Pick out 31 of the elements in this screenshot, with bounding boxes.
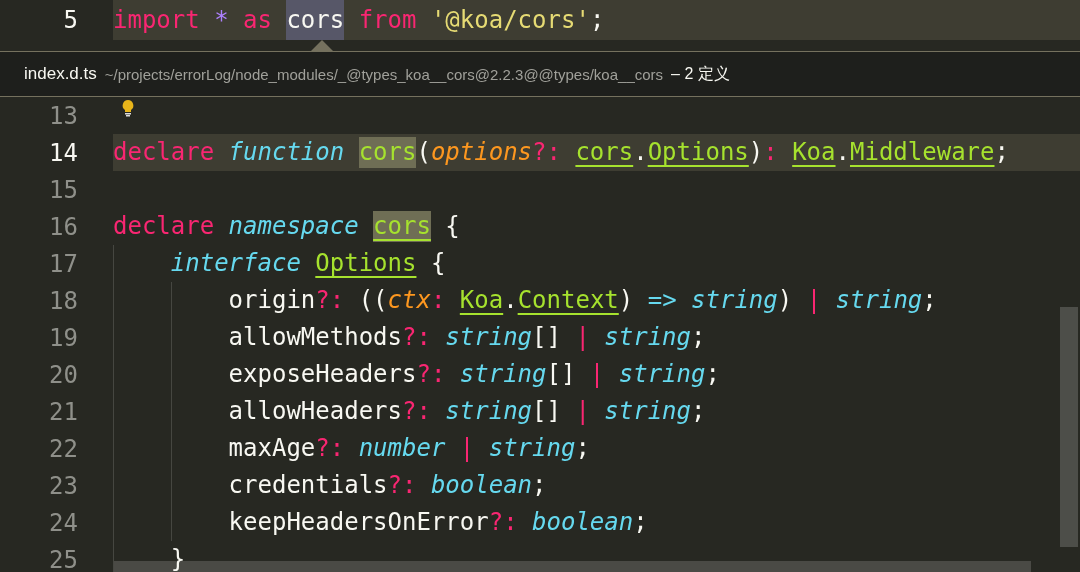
code-line: keepHeadersOnError?: boolean; — [228, 507, 648, 538]
code-line: import * as cors from '@koa/cors'; — [113, 0, 605, 40]
code-line: exposeHeaders?: string[] | string; — [228, 359, 720, 390]
file-path: ~/projects/errorLog/node_modules/_@types_koa__cors@2.2.3@@types/koa__cors — [104, 65, 664, 83]
code-line: } — [170, 544, 186, 572]
line-number: 20 — [48, 359, 79, 391]
line-number: 22 — [48, 433, 79, 465]
line-number: 18 — [48, 285, 79, 317]
file-name: index.d.ts — [24, 64, 97, 84]
definition-count: – 2 定义 — [671, 63, 730, 84]
code-line: allowHeaders?: string[] | string; — [228, 396, 706, 427]
code-line: credentials?: boolean; — [228, 470, 547, 501]
line-number: 17 — [48, 248, 79, 280]
line-number: 23 — [48, 470, 79, 502]
lightbulb-icon[interactable] — [121, 99, 135, 117]
line-number: 14 — [48, 137, 79, 169]
line-number: 16 — [48, 211, 79, 243]
scrollbar-thumb[interactable] — [1060, 307, 1078, 547]
code-line: declare namespace cors { — [113, 211, 460, 242]
line-number: 25 — [48, 544, 79, 572]
code-line: origin?: ((ctx: Koa.Context) => string) | string; — [228, 285, 937, 316]
code-line: declare function cors(options?: cors.Options): Koa.Middleware; — [113, 137, 1009, 168]
line-number: 21 — [48, 396, 79, 428]
code-line: interface Options { — [170, 248, 446, 279]
code-line: maxAge?: number | string; — [228, 433, 590, 464]
line-number: 24 — [48, 507, 79, 539]
line-number: 13 — [48, 100, 79, 132]
line-number: 19 — [48, 322, 79, 354]
line-number: 5 — [62, 5, 79, 36]
code-line: allowMethods?: string[] | string; — [228, 322, 706, 353]
line-number: 15 — [48, 174, 79, 206]
